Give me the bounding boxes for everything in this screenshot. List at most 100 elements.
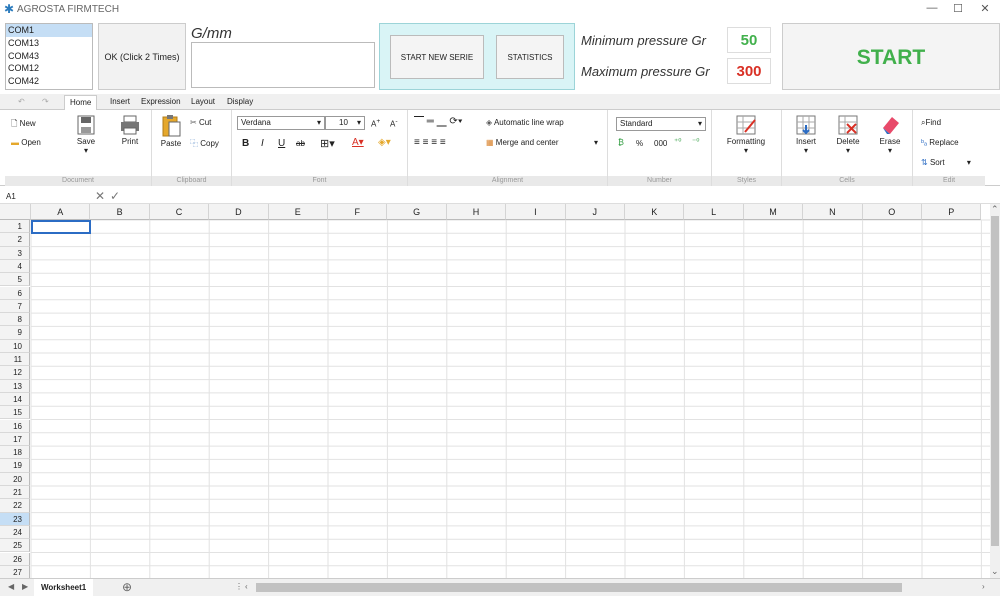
align-top-icon[interactable]: ⎺ ═ ⎽ ⟳▾ [414, 116, 463, 127]
row-header[interactable]: 17 [0, 432, 30, 447]
redo-icon[interactable]: ↷ [42, 97, 49, 106]
row-header[interactable]: 19 [0, 459, 30, 473]
list-item[interactable]: COM12 [6, 62, 92, 75]
list-item[interactable]: COM42 [6, 75, 92, 88]
grow-font-icon[interactable]: A+ [371, 118, 380, 129]
copy-button[interactable]: ⿻ Copy [190, 138, 219, 149]
italic-button[interactable]: I [261, 138, 264, 149]
increase-decimal-icon[interactable]: ⁺⁰ [674, 137, 681, 146]
column-header[interactable]: G [387, 204, 447, 220]
column-header[interactable]: B [90, 204, 150, 220]
row-header[interactable]: 25 [0, 539, 30, 553]
number-format-select[interactable]: Standard ▾ [616, 117, 706, 131]
row-header[interactable]: 13 [0, 379, 30, 393]
row-header[interactable]: 16 [0, 419, 30, 433]
row-header[interactable]: 6 [0, 286, 30, 300]
column-header[interactable]: F [328, 204, 388, 220]
new-button[interactable]: 🗋 New [11, 118, 36, 132]
prev-sheet-icon[interactable]: ◀ [8, 582, 14, 591]
start-new-serie-button[interactable]: START NEW SERIE [390, 35, 484, 79]
delete-cells-button[interactable]: Delete ▾ [834, 114, 862, 155]
sort-button[interactable]: ⇅ Sort ▾ [921, 158, 971, 167]
row-header[interactable]: 3 [0, 246, 30, 260]
thousands-button[interactable]: 000 [654, 139, 667, 148]
decrease-decimal-icon[interactable]: ⁻⁰ [692, 137, 699, 146]
maximize-button[interactable]: ☐ [950, 2, 966, 16]
scroll-right-icon[interactable]: › [982, 582, 985, 591]
scroll-thumb[interactable] [991, 216, 999, 546]
spreadsheet-grid[interactable]: ABCDEFGHIJKLMNOP 1 2 3 4 5 6 7 8 9 10 11 12 13 14 15 16… [0, 204, 990, 578]
row-header[interactable]: 10 [0, 339, 30, 353]
font-color-icon[interactable]: A▾ [352, 137, 364, 148]
find-button[interactable]: ⌕Find [921, 118, 941, 128]
bold-button[interactable]: B [242, 138, 249, 149]
print-button[interactable]: Print [115, 114, 145, 146]
cancel-formula-icon[interactable]: ✕ [95, 189, 105, 203]
tab-expression[interactable]: Expression [141, 97, 181, 106]
statistics-button[interactable]: STATISTICS [496, 35, 564, 79]
column-header[interactable]: O [862, 204, 922, 220]
column-header[interactable]: C [149, 204, 210, 220]
column-header[interactable]: A [31, 204, 91, 220]
row-header[interactable]: 8 [0, 313, 30, 327]
row-header[interactable]: 26 [0, 552, 30, 566]
add-sheet-button[interactable]: ⊕ [122, 580, 132, 594]
min-pressure-value[interactable]: 50 [727, 27, 771, 53]
underline-button[interactable]: U [278, 138, 285, 149]
accept-formula-icon[interactable]: ✓ [110, 189, 120, 203]
tab-display[interactable]: Display [227, 97, 253, 106]
align-left-icon[interactable]: ≡ ≡ ≡ ≡ [414, 137, 446, 148]
row-header[interactable]: 5 [0, 273, 30, 287]
column-header[interactable]: H [446, 204, 507, 220]
unit-value-field[interactable] [191, 42, 375, 88]
max-pressure-value[interactable]: 300 [727, 58, 771, 84]
merge-center-button[interactable]: ▦ Merge and center [486, 138, 559, 147]
start-button[interactable]: START [782, 23, 1000, 90]
com-port-list[interactable]: COM1 COM13 COM43 COM12 COM42 [5, 23, 93, 90]
column-header[interactable]: I [506, 204, 566, 220]
splitter-handle[interactable]: ⋮ [235, 582, 243, 591]
row-header[interactable]: 24 [0, 525, 30, 540]
list-item[interactable]: COM1 [6, 24, 92, 37]
horizontal-scroll-thumb[interactable] [256, 583, 902, 592]
column-header[interactable]: J [565, 204, 625, 220]
open-button[interactable]: ▬ Open [11, 138, 41, 147]
row-header[interactable]: 14 [0, 392, 30, 407]
minimize-button[interactable]: — [924, 2, 940, 16]
row-header[interactable]: 18 [0, 446, 30, 460]
scroll-left-icon[interactable]: ‹ [245, 582, 248, 591]
row-header[interactable]: 22 [0, 499, 30, 513]
list-item[interactable]: COM43 [6, 50, 92, 63]
formatting-button[interactable]: Formatting ▾ [722, 114, 770, 155]
scroll-down-icon[interactable]: ⌄ [991, 566, 999, 577]
row-header[interactable]: 7 [0, 299, 30, 314]
ok-button[interactable]: OK (Click 2 Times) [98, 23, 186, 90]
sheet-tab[interactable]: Worksheet1 [34, 579, 94, 596]
column-header[interactable]: N [803, 204, 863, 220]
column-header[interactable]: P [922, 204, 982, 220]
paste-button[interactable]: Paste [156, 114, 186, 148]
row-header[interactable]: 21 [0, 486, 30, 500]
active-cell[interactable] [31, 220, 91, 234]
border-icon[interactable]: ⊞▾ [320, 137, 335, 150]
save-button[interactable]: Save ▾ [71, 114, 101, 155]
column-header[interactable]: M [743, 204, 804, 220]
row-header[interactable]: 12 [0, 366, 30, 380]
column-header[interactable]: L [684, 204, 744, 220]
close-button[interactable]: ✕ [977, 2, 993, 16]
column-header[interactable]: E [268, 204, 328, 220]
font-size-select[interactable]: 10 ▾ [325, 116, 365, 130]
row-header[interactable]: 2 [0, 233, 30, 247]
row-header[interactable]: 9 [0, 326, 30, 340]
insert-cells-button[interactable]: Insert ▾ [792, 114, 820, 155]
currency-icon[interactable]: ₿ [618, 138, 624, 147]
fill-color-icon[interactable]: ◈▾ [378, 137, 391, 148]
wrap-text-button[interactable]: ◈ Automatic line wrap [486, 118, 564, 127]
column-header[interactable]: D [209, 204, 269, 220]
scroll-up-icon[interactable]: ⌃ [991, 204, 999, 215]
row-header[interactable]: 1 [0, 220, 30, 234]
row-header[interactable]: 27 [0, 565, 30, 578]
column-header[interactable]: K [625, 204, 685, 220]
strikethrough-button[interactable]: ab [296, 139, 305, 148]
row-header[interactable]: 11 [0, 353, 30, 367]
